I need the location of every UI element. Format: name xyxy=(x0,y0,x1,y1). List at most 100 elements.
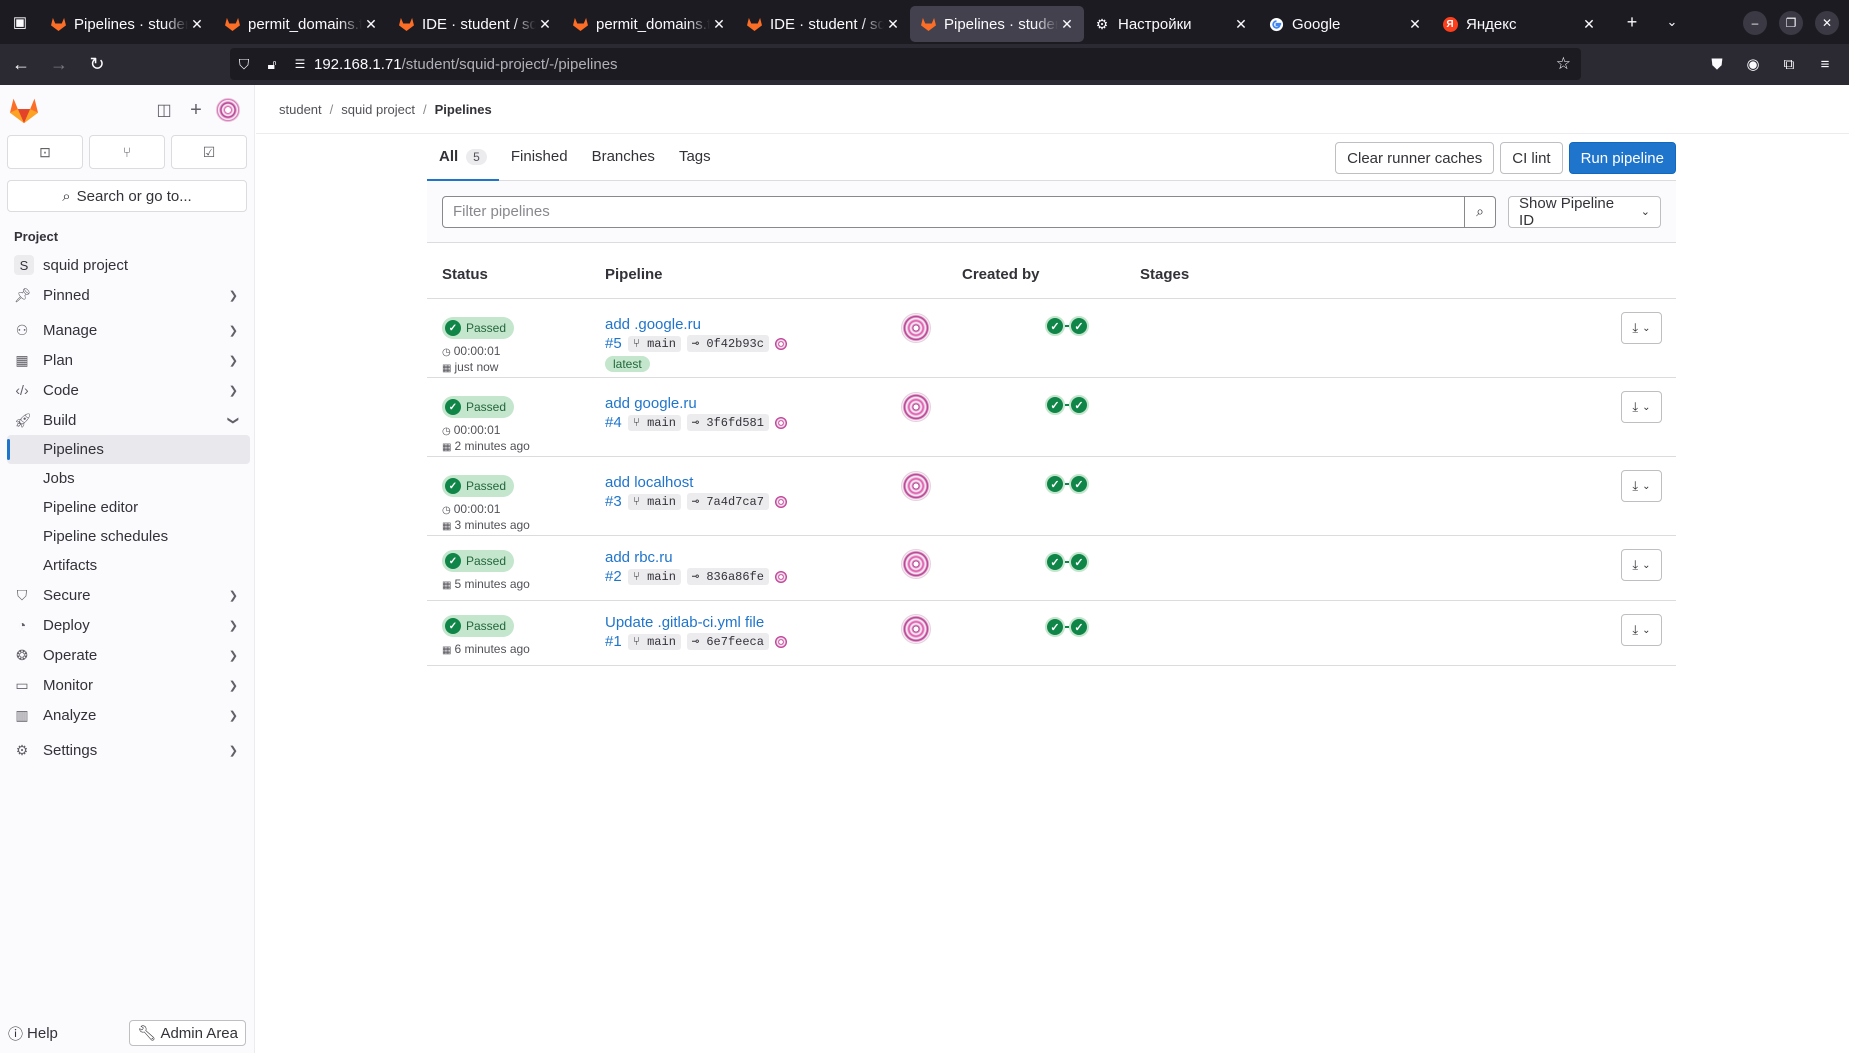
download-artifacts-dropdown[interactable]: ⤓ ⌄ xyxy=(1621,549,1662,581)
pipeline-id-link[interactable]: #3 xyxy=(605,493,622,510)
reload-icon[interactable]: ↻ xyxy=(80,48,114,82)
close-icon[interactable]: ✕ xyxy=(1580,16,1598,33)
branch-ref[interactable]: ⑂ main xyxy=(627,568,681,585)
sidebar-item-analyze[interactable]: ▥ Analyze ❯ xyxy=(7,700,250,730)
stage-passed-icon[interactable]: ✓ xyxy=(1045,316,1065,336)
help-button[interactable]: ⓘ Help xyxy=(8,1023,58,1044)
account-icon[interactable]: ◉ xyxy=(1735,48,1771,80)
permissions-icon[interactable]: ☰ xyxy=(286,57,314,71)
collapse-sidebar-icon[interactable]: ◫ xyxy=(148,94,180,126)
pocket-icon[interactable]: ⛊ xyxy=(1699,48,1735,80)
search-button[interactable]: ⌕ Search or go to... xyxy=(7,180,247,212)
pipeline-id-link[interactable]: #4 xyxy=(605,414,622,431)
stage-passed-icon[interactable]: ✓ xyxy=(1045,617,1065,637)
browser-tab[interactable]: IDE · student / squid ✕ xyxy=(388,6,562,42)
shield-tracking-icon[interactable]: ⛉ xyxy=(230,56,258,73)
commit-author-avatar[interactable] xyxy=(774,635,787,648)
stage-passed-icon[interactable]: ✓ xyxy=(1045,474,1065,494)
sidebar-item-operate[interactable]: ❂ Operate ❯ xyxy=(7,640,250,670)
status-badge[interactable]: ✓ Passed xyxy=(442,550,515,572)
stage-passed-icon[interactable]: ✓ xyxy=(1045,552,1065,572)
minimize-icon[interactable]: – xyxy=(1743,11,1767,35)
bookmark-star-icon[interactable]: ☆ xyxy=(1556,54,1571,74)
download-artifacts-dropdown[interactable]: ⤓ ⌄ xyxy=(1621,391,1662,423)
download-artifacts-dropdown[interactable]: ⤓ ⌄ xyxy=(1621,470,1662,502)
sidebar-subitem-pipeline-schedules[interactable]: Pipeline schedules xyxy=(7,522,250,551)
forward-arrow-icon[interactable]: → xyxy=(42,48,76,82)
sidebar-item-manage[interactable]: ⚇ Manage ❯ xyxy=(7,315,250,345)
branch-ref[interactable]: ⑂ main xyxy=(627,414,681,431)
commit-author-avatar[interactable] xyxy=(774,495,787,508)
sidebar-subitem-jobs[interactable]: Jobs xyxy=(7,464,250,493)
admin-area-button[interactable]: 🔧︎ Admin Area xyxy=(129,1020,246,1046)
close-icon[interactable]: ✕ xyxy=(1232,16,1250,33)
sidebar-item-pinned[interactable]: 📌︎ Pinned ❯ xyxy=(7,280,250,310)
sidebar-subitem-pipeline-editor[interactable]: Pipeline editor xyxy=(7,493,250,522)
run-pipeline-button[interactable]: Run pipeline xyxy=(1568,142,1676,174)
tab-finished[interactable]: Finished xyxy=(499,133,580,180)
create-new-plus-icon[interactable]: + xyxy=(180,94,212,126)
pipeline-id-link[interactable]: #2 xyxy=(605,568,622,585)
branch-ref[interactable]: ⑂ main xyxy=(627,493,681,510)
merge-requests-icon[interactable]: ⑂ xyxy=(89,135,165,169)
show-pipeline-id-dropdown[interactable]: Show Pipeline ID ⌄ xyxy=(1508,195,1661,229)
commit-sha[interactable]: ⊸ 3f6fd581 xyxy=(686,414,769,431)
branch-ref[interactable]: ⑂ main xyxy=(627,335,681,352)
browser-tab-active[interactable]: Pipelines · student ✕ xyxy=(910,6,1084,42)
creator-avatar[interactable] xyxy=(901,471,931,501)
commit-author-avatar[interactable] xyxy=(774,570,787,583)
commit-author-avatar[interactable] xyxy=(774,416,787,429)
commit-sha[interactable]: ⊸ 0f42b93c xyxy=(686,335,769,352)
creator-avatar[interactable] xyxy=(901,392,931,422)
todos-icon[interactable]: ☑ xyxy=(171,135,247,169)
tab-all[interactable]: All 5 xyxy=(427,133,499,181)
menu-icon[interactable]: ≡ xyxy=(1807,48,1843,80)
close-icon[interactable]: ✕ xyxy=(362,16,380,33)
close-icon[interactable]: ✕ xyxy=(1406,16,1424,33)
sidebar-item-settings[interactable]: ⚙ Settings ❯ xyxy=(7,735,250,765)
download-artifacts-dropdown[interactable]: ⤓ ⌄ xyxy=(1621,614,1662,646)
commit-author-avatar[interactable] xyxy=(774,337,787,350)
back-arrow-icon[interactable]: ← xyxy=(4,48,38,82)
close-icon[interactable]: ✕ xyxy=(884,16,902,33)
sidebar-project-link[interactable]: S squid project xyxy=(7,250,247,280)
tab-branches[interactable]: Branches xyxy=(580,133,667,180)
sidebar-item-plan[interactable]: ▦ Plan ❯ xyxy=(7,345,250,375)
status-badge[interactable]: ✓ Passed xyxy=(442,317,515,339)
commit-sha[interactable]: ⊸ 6e7feeca xyxy=(686,633,769,650)
filter-pipelines-input[interactable] xyxy=(442,195,1466,228)
browser-tab[interactable]: IDE · student / squid ✕ xyxy=(736,6,910,42)
sidebar-item-monitor[interactable]: ▭ Monitor ❯ xyxy=(7,670,250,700)
browser-tab[interactable]: Pipelines · student ✕ xyxy=(40,6,214,42)
pipeline-id-link[interactable]: #5 xyxy=(605,335,622,352)
restore-icon[interactable]: ❐ xyxy=(1779,11,1803,35)
sidebar-item-deploy[interactable]: ◔ Deploy ❯ xyxy=(7,610,250,640)
extensions-icon[interactable]: ⧉ xyxy=(1771,48,1807,80)
tab-list-button[interactable]: ▣ xyxy=(0,0,40,44)
download-artifacts-dropdown[interactable]: ⤓ ⌄ xyxy=(1621,312,1662,344)
sidebar-item-build[interactable]: 🚀︎ Build ❯ xyxy=(7,405,250,435)
breadcrumb-item[interactable]: squid project xyxy=(341,102,415,117)
browser-tab[interactable]: permit_domains.txt ✕ xyxy=(214,6,388,42)
tab-tags[interactable]: Tags xyxy=(667,133,723,180)
browser-tab[interactable]: Я Яндекс ✕ xyxy=(1432,6,1606,42)
branch-ref[interactable]: ⑂ main xyxy=(627,633,681,650)
issues-icon[interactable]: ⊡ xyxy=(7,135,83,169)
sidebar-item-code[interactable]: ‹/› Code ❯ xyxy=(7,375,250,405)
address-bar[interactable]: ⛉ 🔓︎ ☰ 192.168.1.71/student/squid-projec… xyxy=(230,48,1581,80)
close-icon[interactable]: ✕ xyxy=(188,16,206,33)
stage-passed-icon[interactable]: ✓ xyxy=(1069,395,1089,415)
sidebar-subitem-pipelines[interactable]: Pipelines xyxy=(7,435,250,464)
ci-lint-button[interactable]: CI lint xyxy=(1500,142,1563,174)
close-icon[interactable]: ✕ xyxy=(710,16,728,33)
creator-avatar[interactable] xyxy=(901,549,931,579)
stage-passed-icon[interactable]: ✓ xyxy=(1069,617,1089,637)
status-badge[interactable]: ✓ Passed xyxy=(442,396,515,418)
browser-tab[interactable]: ⚙ Настройки ✕ xyxy=(1084,6,1258,42)
browser-tab[interactable]: Google ✕ xyxy=(1258,6,1432,42)
close-icon[interactable]: ✕ xyxy=(1058,16,1076,33)
status-badge[interactable]: ✓ Passed xyxy=(442,615,515,637)
commit-sha[interactable]: ⊸ 7a4d7ca7 xyxy=(686,493,769,510)
stage-passed-icon[interactable]: ✓ xyxy=(1069,316,1089,336)
breadcrumb-current[interactable]: Pipelines xyxy=(435,102,492,117)
